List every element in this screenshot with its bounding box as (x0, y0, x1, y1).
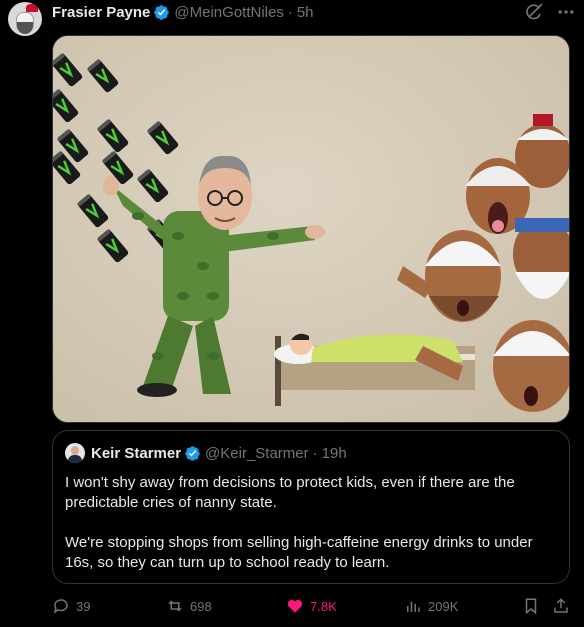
view-count: 209K (428, 598, 459, 614)
like-count: 7.8K (310, 598, 337, 614)
grok-icon[interactable] (524, 2, 544, 22)
separator-dot: · (312, 444, 318, 462)
views-button[interactable]: 209K (404, 596, 458, 616)
quoted-author-avatar (65, 443, 85, 463)
author-handle[interactable]: @MeinGottNiles (174, 4, 283, 21)
bookmark-button[interactable] (522, 596, 546, 616)
meme-illustration (53, 36, 569, 422)
avatar-beard (17, 22, 33, 34)
share-button[interactable] (552, 596, 576, 616)
author-display-name[interactable]: Frasier Payne (52, 4, 150, 21)
tweet-actions-bar: 39 698 7.8K 209K (52, 596, 572, 616)
heart-icon (287, 599, 303, 613)
repost-button[interactable]: 698 (166, 596, 212, 616)
repost-count: 698 (190, 598, 212, 614)
tweet-timestamp[interactable]: 5h (297, 4, 314, 21)
tweet[interactable]: Frasier Payne @MeinGottNiles · 5h Keir S… (0, 0, 584, 627)
tweet-header: Frasier Payne @MeinGottNiles · 5h (52, 2, 314, 22)
quoted-author-display-name: Keir Starmer (91, 444, 182, 462)
more-options-icon[interactable] (556, 2, 576, 22)
share-icon (554, 598, 568, 613)
analytics-icon (407, 601, 420, 612)
quoted-tweet-timestamp: 19h (321, 444, 347, 462)
quoted-author-handle: @Keir_Starmer (205, 444, 309, 462)
quoted-tweet[interactable]: Keir Starmer @Keir_Starmer · 19h I won't… (52, 430, 570, 584)
avatar-hat (26, 4, 38, 12)
reply-icon (53, 599, 68, 614)
author-avatar[interactable] (8, 2, 42, 36)
separator-dot: · (287, 3, 293, 21)
like-button[interactable]: 7.8K (286, 596, 337, 616)
verified-badge-icon (154, 4, 170, 20)
tweet-media-image[interactable] (52, 35, 570, 423)
quoted-tweet-header: Keir Starmer @Keir_Starmer · 19h (65, 443, 347, 463)
quoted-tweet-text: I won't shy away from decisions to prote… (65, 474, 533, 571)
bookmark-icon (525, 598, 537, 615)
verified-badge-icon (185, 445, 200, 461)
reply-count: 39 (76, 598, 91, 614)
reply-button[interactable]: 39 (52, 596, 90, 616)
repost-icon (168, 600, 182, 612)
